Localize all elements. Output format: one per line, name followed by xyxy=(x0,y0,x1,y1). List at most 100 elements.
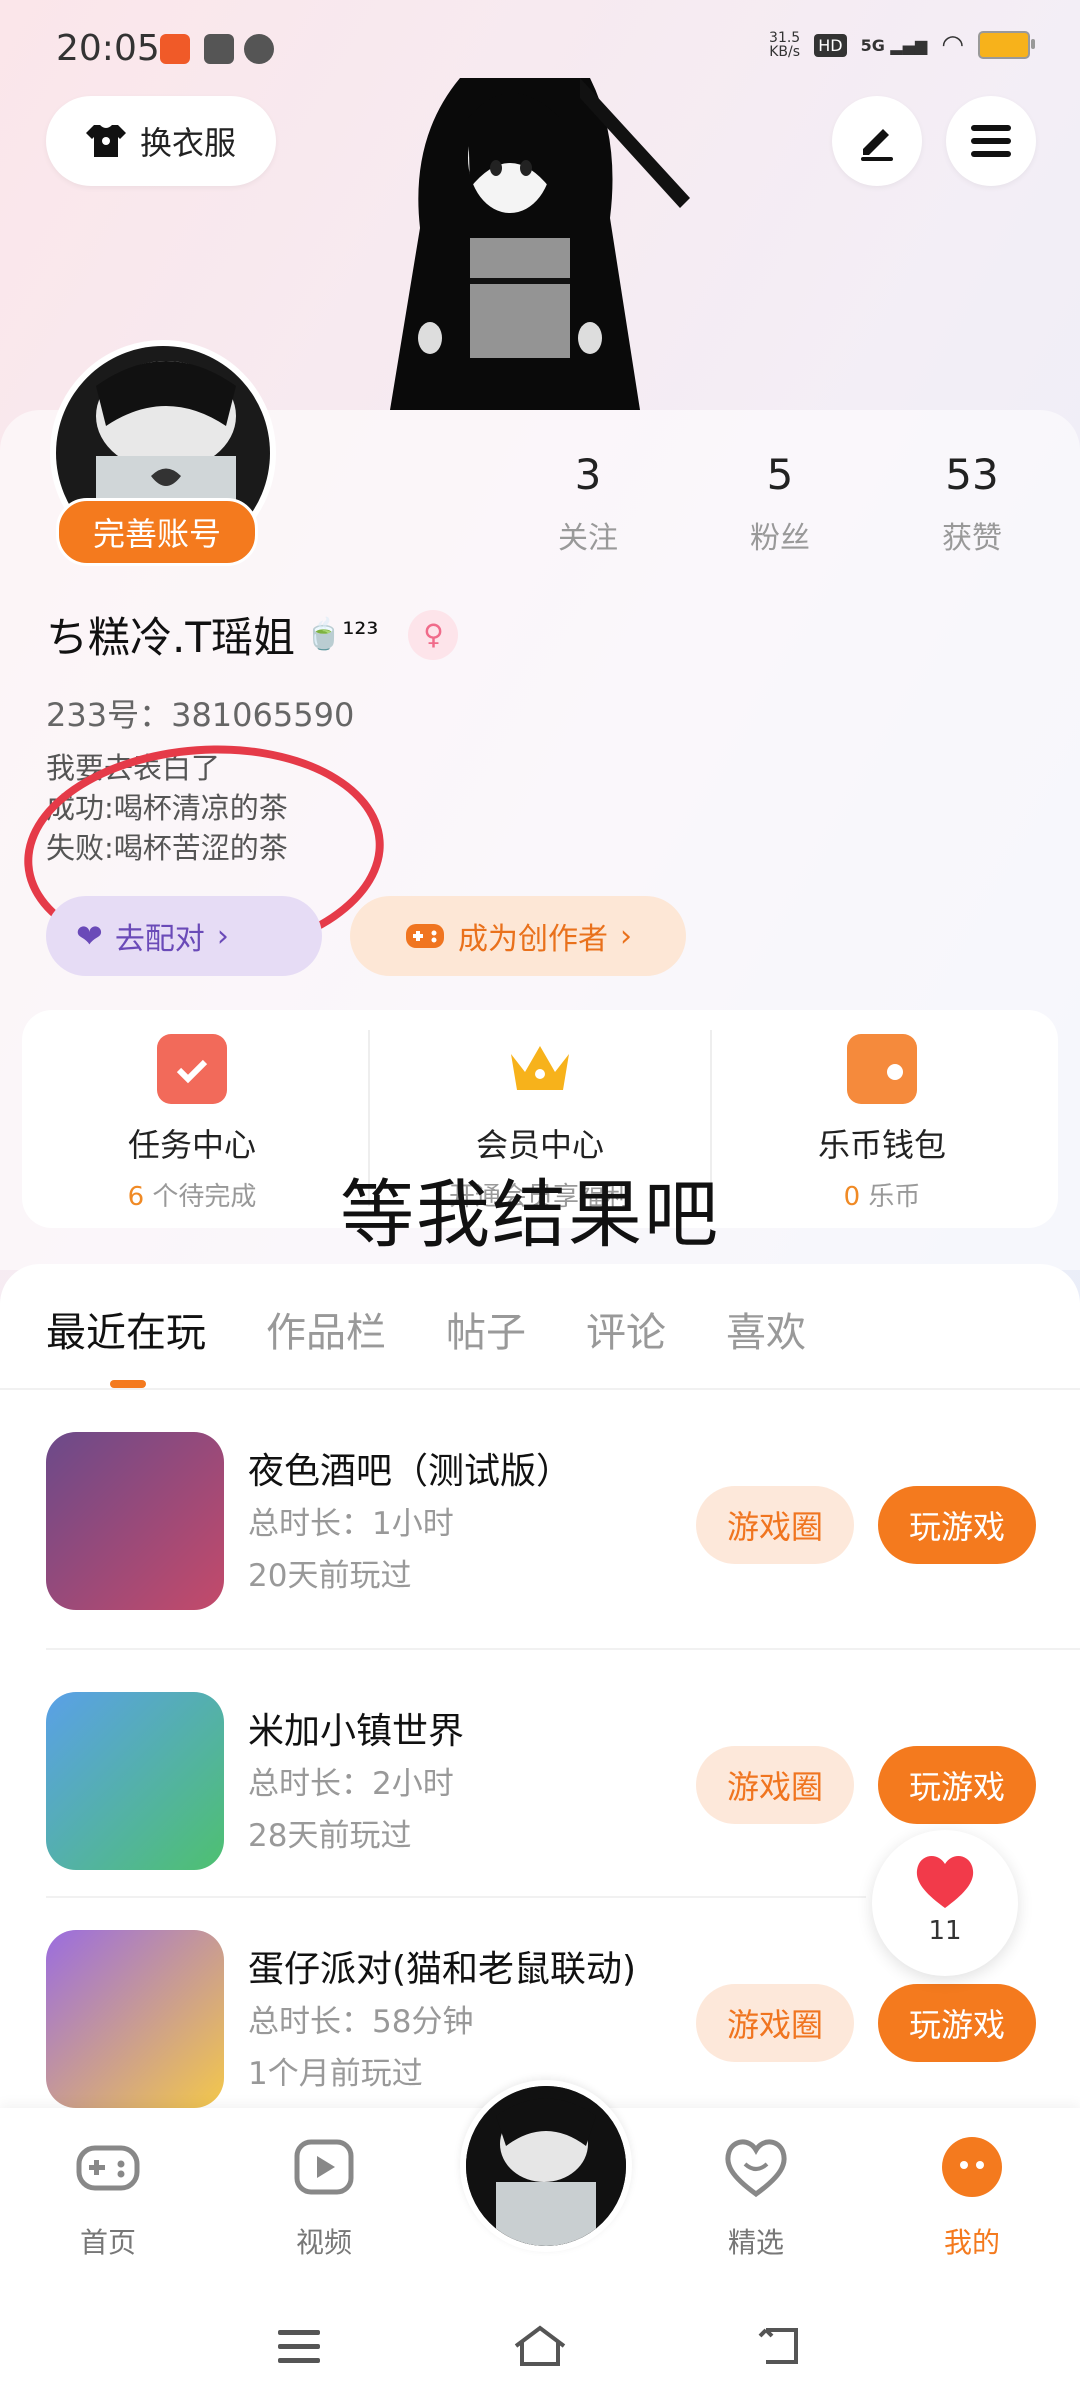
game-item[interactable]: 夜色酒吧（测试版） 总时长：1小时 20天前玩过 游戏圈 玩游戏 xyxy=(46,1432,1036,1652)
game-name: 米加小镇世界 xyxy=(248,1711,465,1752)
stat-label: 关注 xyxy=(558,521,618,556)
nav-featured[interactable]: 精选 xyxy=(676,2132,836,2261)
divider xyxy=(0,1388,1080,1390)
signal-icon: 5G ▂▄▆ xyxy=(860,35,928,55)
play-game-button[interactable]: 玩游戏 xyxy=(878,1984,1036,2062)
avatar-character-figure[interactable] xyxy=(390,78,690,410)
change-outfit-label: 换衣服 xyxy=(139,124,236,162)
play-icon xyxy=(294,2139,354,2195)
stat-followers[interactable]: 5 粉丝 xyxy=(710,450,850,557)
heart-icon xyxy=(916,1855,974,1908)
user-id: 233号：381065590 xyxy=(46,696,355,734)
service-title: 乐币钱包 xyxy=(817,1126,946,1164)
center-avatar-button[interactable] xyxy=(460,2080,632,2252)
app-icon xyxy=(204,34,234,64)
stat-value: 3 xyxy=(574,450,602,499)
battery-icon xyxy=(978,31,1035,59)
wallet-icon xyxy=(847,1034,917,1104)
nickname-text: ち糕冷.T瑶姐 xyxy=(46,613,296,662)
nav-me[interactable]: 我的 xyxy=(892,2132,1052,2261)
status-right: 31.5 KB/s HD 5G ▂▄▆ ◠ xyxy=(769,30,1035,60)
me-icon xyxy=(942,2137,1002,2197)
tab-likes[interactable]: 喜欢 xyxy=(726,1300,806,1358)
edit-button[interactable] xyxy=(832,96,922,186)
nav-label: 我的 xyxy=(943,2226,1000,2259)
game-duration: 总时长：1小时 xyxy=(248,1506,454,1542)
service-title: 任务中心 xyxy=(127,1126,256,1164)
female-gender-icon: ♀ xyxy=(408,609,459,660)
tab-works[interactable]: 作品栏 xyxy=(266,1300,386,1358)
nav-label: 首页 xyxy=(79,2226,136,2259)
nav-video[interactable]: 视频 xyxy=(244,2132,404,2261)
hd-icon: HD xyxy=(814,33,847,57)
gamepad-icon xyxy=(76,2145,140,2191)
game-duration: 总时长：58分钟 xyxy=(248,2004,474,2040)
game-name: 夜色酒吧（测试版） xyxy=(248,1451,573,1492)
calendar-check-icon xyxy=(157,1034,227,1104)
become-creator-button[interactable]: 成为创作者 › xyxy=(350,896,686,976)
divider xyxy=(46,1648,1080,1650)
chevron-right-icon: › xyxy=(620,918,632,954)
profile-tabs: 最近在玩 作品栏 帖子 评论 喜欢 xyxy=(46,1300,806,1358)
tab-recent[interactable]: 最近在玩 xyxy=(46,1300,206,1358)
game-thumbnail xyxy=(46,1930,224,2108)
avatar-image xyxy=(466,2086,626,2246)
system-nav-bar xyxy=(0,2288,1080,2400)
game-last-played: 28天前玩过 xyxy=(248,1818,412,1854)
match-button[interactable]: ❤ 去配对 › xyxy=(46,896,322,976)
nav-label: 视频 xyxy=(295,2226,352,2259)
stat-following[interactable]: 3 关注 xyxy=(518,450,658,557)
chevron-right-icon: › xyxy=(216,918,229,954)
stat-label: 粉丝 xyxy=(750,521,810,556)
like-float-button[interactable]: 11 xyxy=(872,1830,1018,1976)
home-icon[interactable] xyxy=(512,2324,568,2368)
match-label: 去配对 xyxy=(114,922,205,957)
overlay-caption: 等我结果吧 xyxy=(340,1172,720,1258)
service-sub: 0 乐币 xyxy=(843,1182,921,1212)
game-last-played: 20天前玩过 xyxy=(248,1558,412,1594)
gamepad-icon xyxy=(406,924,444,948)
service-sub: 6 个待完成 xyxy=(127,1182,257,1212)
crown-icon xyxy=(505,1034,575,1104)
like-count: 11 xyxy=(928,1916,962,1946)
nav-home[interactable]: 首页 xyxy=(28,2132,188,2261)
coin-wallet[interactable]: 乐币钱包 0 乐币 xyxy=(712,1010,1052,1228)
nickname-suffix: 🍵¹²³ xyxy=(305,617,379,652)
stat-value: 5 xyxy=(766,450,794,499)
tab-posts[interactable]: 帖子 xyxy=(446,1300,526,1358)
stat-likes[interactable]: 53 获赞 xyxy=(902,450,1042,557)
shirt-icon xyxy=(85,125,126,157)
nav-label: 精选 xyxy=(727,2226,784,2259)
game-thumbnail xyxy=(46,1692,224,1870)
tab-indicator xyxy=(110,1380,146,1388)
game-name: 蛋仔派对(猫和老鼠联动) xyxy=(248,1949,637,1990)
wifi-icon: ◠ xyxy=(941,30,964,60)
heart-smile-icon xyxy=(725,2139,787,2198)
divider xyxy=(46,1896,866,1898)
net-speed: 31.5 KB/s xyxy=(769,30,801,60)
pen-icon xyxy=(861,129,893,161)
menu-button[interactable] xyxy=(946,96,1036,186)
game-last-played: 1个月前玩过 xyxy=(248,2056,423,2092)
change-outfit-button[interactable]: 换衣服 xyxy=(46,96,276,186)
game-thumbnail xyxy=(46,1432,224,1610)
game-circle-button[interactable]: 游戏圈 xyxy=(696,1984,854,2062)
play-game-button[interactable]: 玩游戏 xyxy=(878,1486,1036,1564)
stat-value: 53 xyxy=(945,450,999,499)
recent-apps-icon[interactable] xyxy=(276,2328,322,2366)
game-circle-button[interactable]: 游戏圈 xyxy=(696,1746,854,1824)
complete-account-button[interactable]: 完善账号 xyxy=(56,498,258,566)
clock: 20:05 xyxy=(56,28,160,69)
creator-label: 成为创作者 xyxy=(458,922,608,957)
heart-icon: ❤ xyxy=(76,917,103,955)
tab-comments[interactable]: 评论 xyxy=(586,1300,666,1358)
back-icon[interactable] xyxy=(756,2324,806,2368)
stat-label: 获赞 xyxy=(942,521,1002,556)
game-duration: 总时长：2小时 xyxy=(248,1766,454,1802)
play-game-button[interactable]: 玩游戏 xyxy=(878,1746,1036,1824)
chat-icon xyxy=(244,34,274,64)
game-circle-button[interactable]: 游戏圈 xyxy=(696,1486,854,1564)
nickname: ち糕冷.T瑶姐 🍵¹²³ ♀ xyxy=(46,604,459,665)
taobao-icon xyxy=(160,34,190,64)
task-center[interactable]: 任务中心 6 个待完成 xyxy=(22,1010,362,1228)
